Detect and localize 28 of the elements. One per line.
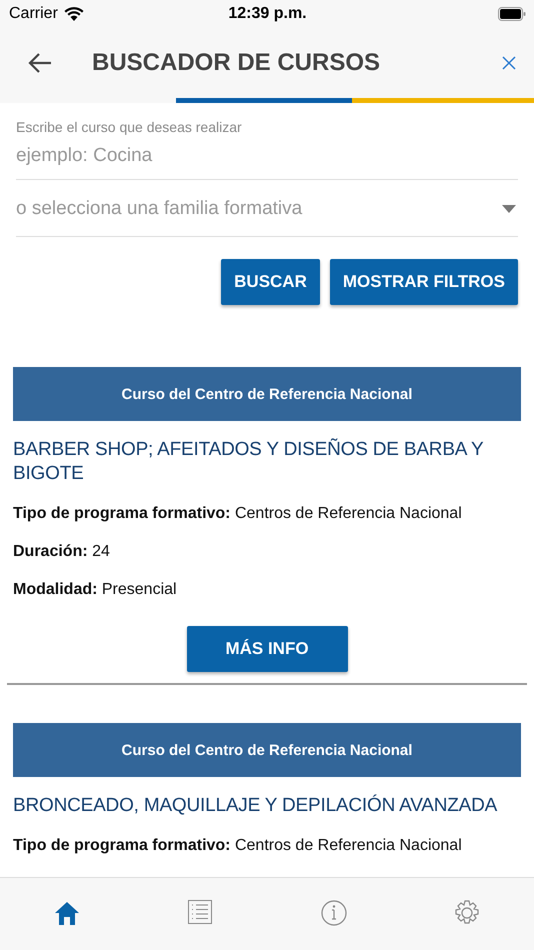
course-title[interactable]: BRONCEADO, MAQUILLAJE Y DEPILACIÓN AVANZADA [13,794,521,818]
course-banner: Curso del Centro de Referencia Nacional [13,723,521,777]
course-title[interactable]: BARBER SHOP; AFEITADOS Y DISEÑOS DE BARBA Y BIGOTE [13,438,521,486]
course-detail: Modalidad: Presencial [13,580,178,599]
tab-bar-item[interactable] [320,900,347,926]
dropdown-caret-icon [502,205,516,213]
status-time: 12:39 p.m. [228,5,307,23]
tab-bar-item[interactable] [188,900,212,924]
filters-button[interactable]: MOSTRAR FILTROS [330,259,518,305]
course-detail: Duración: 24 [13,542,111,561]
more-info-button[interactable]: MÁS INFO [186,626,348,672]
close-button[interactable] [502,56,516,70]
tab-bar-item[interactable] [454,900,480,926]
course-detail: Tipo de programa formativo: Centros de Referencia Nacional [13,504,463,523]
carrier-label: Carrier [9,5,58,23]
info-icon [320,900,347,926]
tab-bar-item[interactable] [54,900,80,926]
back-button[interactable] [28,53,52,73]
search-label: Escribe el curso que deseas realizar [16,119,243,135]
battery-icon [498,7,526,21]
settings-icon [454,900,480,926]
page-title: BUSCADOR DE CURSOS [92,49,382,77]
wifi-icon [64,7,84,21]
search-button[interactable]: BUSCAR [221,259,320,305]
course-banner: Curso del Centro de Referencia Nacional [13,367,521,421]
course-detail: Tipo de programa formativo: Centros de Referencia Nacional [13,836,463,855]
list-icon [188,900,212,924]
home-icon [54,900,80,926]
